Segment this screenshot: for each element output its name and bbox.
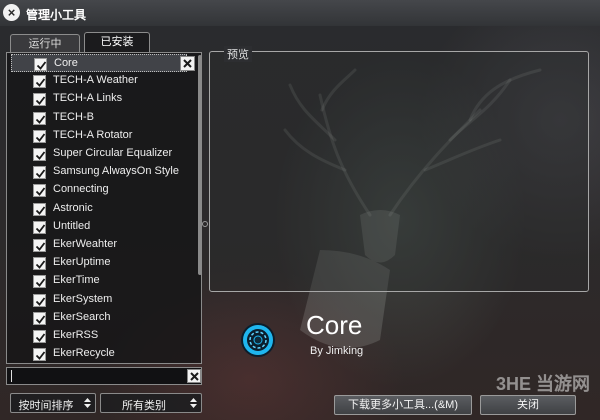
checkbox-checked-icon[interactable] — [33, 348, 46, 362]
list-item-label: Samsung AlwaysOn Style — [53, 165, 179, 178]
list-item[interactable]: TECH-A Rotator — [11, 127, 187, 145]
list-item[interactable]: Connecting — [11, 181, 187, 199]
checkbox-checked-icon[interactable] — [34, 58, 47, 71]
list-item[interactable]: Core — [11, 54, 195, 72]
sort-dropdown-label: 按时间排序 — [18, 400, 74, 412]
list-item-label: Astronic — [53, 201, 93, 214]
list-item[interactable]: Super Circular Equalizer — [11, 145, 187, 163]
list-item[interactable]: EkerRSS — [11, 327, 187, 345]
clear-icon[interactable] — [187, 369, 201, 383]
checkbox-checked-icon[interactable] — [33, 202, 46, 216]
list-item-label: EkerUptime — [53, 256, 111, 269]
list-item[interactable]: EkerSystem — [11, 291, 187, 309]
gadget-list[interactable]: Core TECH-A Weather TECH-A Links TECH-B TECH… — [6, 52, 202, 364]
splitter-handle[interactable] — [202, 221, 208, 227]
checkbox-checked-icon[interactable] — [33, 330, 46, 343]
list-item-label: EkerWeahter — [53, 238, 117, 250]
list-item-label: EkerSystem — [53, 292, 113, 305]
text-cursor — [11, 370, 12, 382]
list-item[interactable]: EkerUptime — [11, 254, 187, 272]
list-item-label: Connecting — [53, 183, 109, 196]
list-scrollbar[interactable] — [198, 55, 202, 275]
category-dropdown[interactable]: 所有类别 — [100, 393, 202, 413]
checkbox-checked-icon[interactable] — [33, 148, 46, 161]
close-button[interactable]: 关闭 — [480, 395, 576, 415]
core-gadget-icon — [241, 323, 275, 357]
list-item-label: Core — [54, 57, 78, 69]
checkbox-checked-icon[interactable] — [33, 293, 46, 307]
checkbox-checked-icon[interactable] — [33, 129, 46, 143]
close-icon[interactable]: × — [3, 4, 20, 21]
sort-dropdown[interactable]: 按时间排序 — [10, 393, 96, 413]
checkbox-checked-icon[interactable] — [33, 275, 46, 289]
checkbox-checked-icon[interactable] — [33, 239, 46, 252]
list-item-label: TECH-A Rotator — [53, 128, 133, 141]
list-item-label: EkerRecycle — [53, 347, 115, 360]
list-item[interactable]: Untitled — [11, 218, 187, 236]
tab-installed[interactable]: 已安装 — [84, 32, 150, 54]
list-item-label: EkerTime — [53, 274, 100, 287]
search-input[interactable] — [6, 367, 202, 385]
list-item-label: TECH-A Weather — [53, 74, 138, 87]
sort-arrows-icon — [84, 398, 91, 408]
list-item[interactable]: TECH-A Links — [11, 90, 187, 108]
list-item[interactable]: EkerWeahter — [11, 236, 187, 254]
category-dropdown-label: 所有类别 — [122, 400, 166, 412]
checkbox-checked-icon[interactable] — [33, 166, 46, 180]
preview-panel — [209, 51, 589, 292]
checkbox-checked-icon[interactable] — [33, 75, 46, 89]
list-item-label: TECH-A Links — [53, 92, 123, 105]
gadget-author: By Jimking — [310, 345, 364, 357]
checkbox-checked-icon[interactable] — [33, 220, 46, 234]
window-title: 管理小工具 — [26, 8, 87, 22]
checkbox-checked-icon[interactable] — [33, 93, 46, 107]
checkbox-checked-icon[interactable] — [33, 184, 46, 198]
checkbox-checked-icon[interactable] — [33, 111, 46, 125]
download-more-button[interactable]: 下载更多小工具...(&M) — [334, 395, 472, 415]
list-item[interactable]: Samsung AlwaysOn Style — [11, 163, 187, 181]
list-item-label: Super Circular Equalizer — [53, 147, 173, 159]
list-item-label: EkerSearch — [53, 310, 111, 323]
list-item[interactable]: TECH-A Weather — [11, 72, 187, 90]
title-bar: × 管理小工具 — [0, 0, 600, 26]
preview-label: 预览 — [224, 46, 252, 62]
remove-icon[interactable] — [180, 56, 195, 71]
list-item[interactable]: EkerTime — [11, 272, 187, 290]
list-item-label: EkerRSS — [53, 329, 99, 341]
gadget-name: Core — [306, 310, 363, 340]
list-item-label: Untitled — [53, 219, 91, 232]
category-arrows-icon — [190, 398, 197, 408]
watermark-logo: 3HE 当游网 — [496, 374, 591, 394]
checkbox-checked-icon[interactable] — [33, 311, 46, 325]
list-item[interactable]: TECH-B — [11, 109, 187, 127]
list-item[interactable]: EkerSearch — [11, 309, 187, 327]
tab-running[interactable]: 运行中 — [10, 34, 80, 54]
list-item[interactable]: Astronic — [11, 200, 187, 218]
list-item[interactable]: EkerRecycle — [11, 345, 187, 363]
list-item-label: TECH-B — [53, 110, 94, 123]
checkbox-checked-icon[interactable] — [33, 257, 46, 271]
